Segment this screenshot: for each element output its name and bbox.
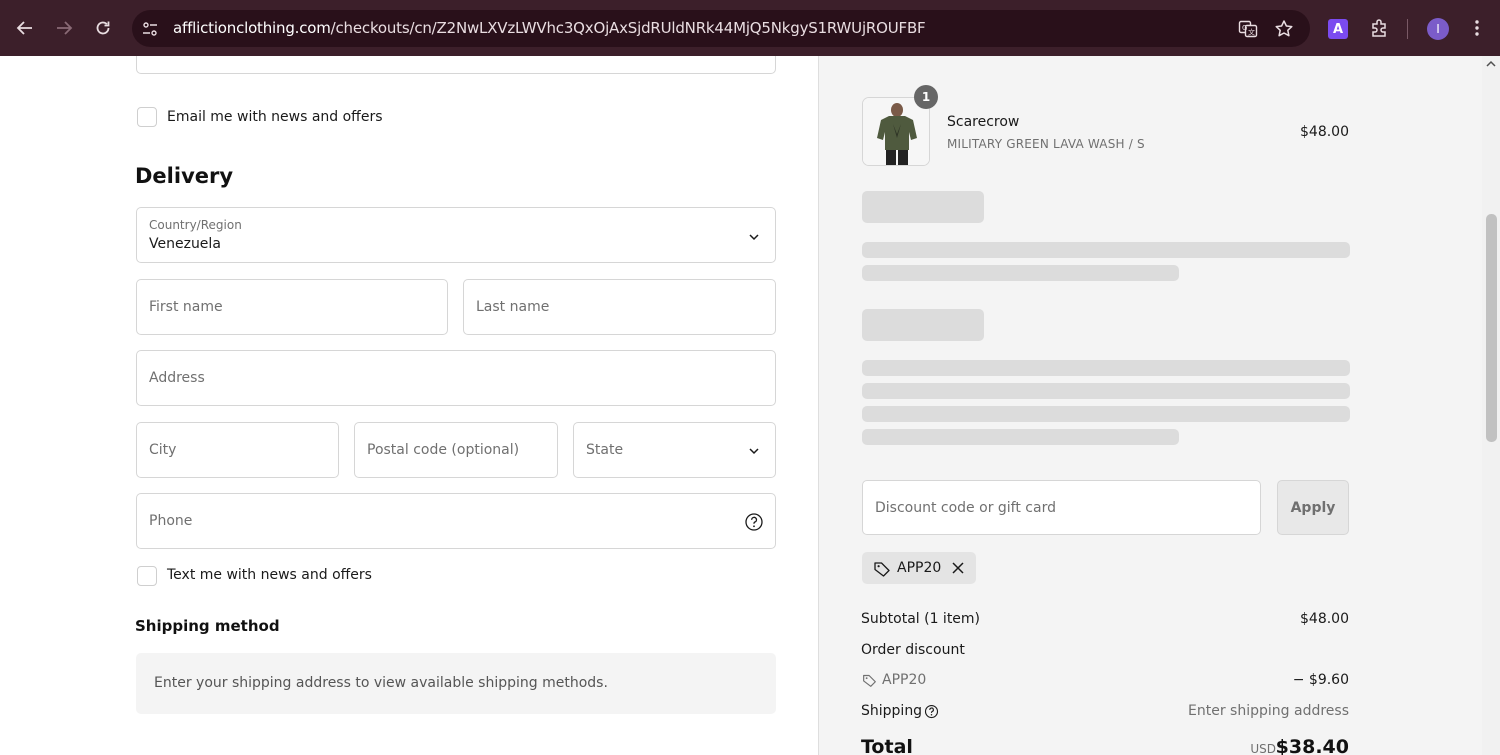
help-icon[interactable]: [744, 512, 764, 532]
tshirt-product-image: [863, 98, 929, 165]
loading-skeleton: [862, 242, 1350, 258]
shipping-help-icon[interactable]: [924, 704, 939, 719]
sms-optin-label: Text me with news and offers: [167, 567, 372, 583]
country-select[interactable]: Country/Region Venezuela: [136, 207, 776, 263]
discount-value: − $9.60: [1292, 672, 1349, 688]
product-name: Scarecrow: [947, 114, 1020, 130]
forward-icon[interactable]: [50, 14, 78, 42]
first-name-field[interactable]: First name: [136, 279, 448, 335]
total-value: $38.40: [1275, 736, 1349, 755]
profile-avatar[interactable]: I: [1427, 18, 1449, 40]
loading-skeleton: [862, 383, 1350, 399]
country-value: Venezuela: [149, 236, 221, 252]
postal-code-placeholder: Postal code (optional): [367, 442, 520, 458]
loading-skeleton: [862, 429, 1179, 445]
url-domain: afflictionclothing.com: [173, 19, 331, 37]
state-placeholder: State: [586, 442, 624, 458]
order-discount-label: Order discount: [861, 642, 965, 658]
checkout-form: Email me with news and offers Delivery C…: [0, 56, 818, 755]
postal-code-field[interactable]: Postal code (optional): [354, 422, 558, 478]
url-text[interactable]: afflictionclothing.com/checkouts/cn/Z2Nw…: [173, 19, 926, 37]
delivery-heading: Delivery: [135, 164, 234, 188]
address-field[interactable]: Address: [136, 350, 776, 406]
total-label: Total: [861, 736, 913, 755]
shipping-notice: Enter your shipping address to view avai…: [136, 653, 776, 714]
bookmark-star-icon[interactable]: [1273, 18, 1295, 40]
shipping-value: Enter shipping address: [1188, 703, 1349, 719]
product-variant: MILITARY GREEN LAVA WASH / S: [947, 137, 1145, 151]
quantity-badge: 1: [914, 85, 938, 109]
scroll-up-arrow-icon[interactable]: [1486, 60, 1496, 68]
translate-icon[interactable]: G文: [1237, 18, 1259, 40]
apply-discount-button[interactable]: Apply: [1277, 480, 1349, 535]
chevron-down-icon: [749, 234, 759, 241]
email-field[interactable]: [136, 56, 776, 74]
loading-skeleton: [862, 406, 1350, 422]
extensions-icon[interactable]: [1368, 17, 1390, 39]
country-label: Country/Region: [149, 218, 242, 232]
loading-skeleton: [862, 309, 984, 341]
url-path: /checkouts/cn/Z2NwLXVzLWVhc3QxOjAxSjdRUl…: [330, 19, 926, 37]
scrollbar-thumb[interactable]: [1486, 214, 1497, 442]
menu-icon[interactable]: [1466, 17, 1488, 39]
order-summary: 1 Scarecrow MILITARY GREEN LAVA WASH / S…: [818, 56, 1482, 755]
subtotal-label: Subtotal (1 item): [861, 611, 981, 627]
total-currency: USD: [1250, 742, 1276, 755]
back-icon[interactable]: [11, 14, 39, 42]
applied-code-text: APP20: [897, 560, 942, 576]
address-bar[interactable]: afflictionclothing.com/checkouts/cn/Z2Nw…: [132, 10, 1310, 47]
tag-icon: [863, 674, 876, 687]
address-placeholder: Address: [149, 370, 205, 386]
state-select[interactable]: State: [573, 422, 776, 478]
product-price: $48.00: [1300, 124, 1349, 140]
last-name-placeholder: Last name: [476, 299, 550, 315]
chevron-down-icon: [749, 448, 759, 455]
shipping-method-heading: Shipping method: [135, 617, 280, 635]
shipping-notice-text: Enter your shipping address to view avai…: [154, 675, 608, 691]
site-info-icon[interactable]: [140, 19, 160, 39]
email-optin-checkbox[interactable]: [137, 107, 157, 127]
discount-code-input[interactable]: Discount code or gift card: [862, 480, 1261, 535]
svg-text:G: G: [1242, 24, 1247, 32]
loading-skeleton: [862, 191, 984, 223]
applied-discount-chip: APP20: [862, 552, 976, 584]
tag-icon: [874, 562, 890, 577]
loading-skeleton: [862, 360, 1350, 376]
remove-discount-close-icon[interactable]: [951, 561, 965, 575]
city-field[interactable]: City: [136, 422, 339, 478]
svg-text:文: 文: [1248, 28, 1255, 37]
loading-skeleton: [862, 265, 1179, 281]
toolbar-divider: [1407, 19, 1408, 39]
email-optin-label: Email me with news and offers: [167, 109, 383, 125]
subtotal-value: $48.00: [1300, 611, 1349, 627]
discount-code-placeholder: Discount code or gift card: [875, 500, 1056, 516]
last-name-field[interactable]: Last name: [463, 279, 776, 335]
phone-field[interactable]: Phone: [136, 493, 776, 549]
reload-icon[interactable]: [89, 14, 117, 42]
phone-placeholder: Phone: [149, 513, 193, 529]
sms-optin-checkbox[interactable]: [137, 566, 157, 586]
discount-code-label: APP20: [882, 672, 927, 688]
city-placeholder: City: [149, 442, 177, 458]
shipping-label: Shipping: [861, 703, 923, 719]
browser-toolbar: afflictionclothing.com/checkouts/cn/Z2Nw…: [0, 0, 1500, 56]
first-name-placeholder: First name: [149, 299, 223, 315]
page-scrollbar[interactable]: [1482, 56, 1500, 755]
extension-a-icon[interactable]: A: [1328, 19, 1348, 39]
